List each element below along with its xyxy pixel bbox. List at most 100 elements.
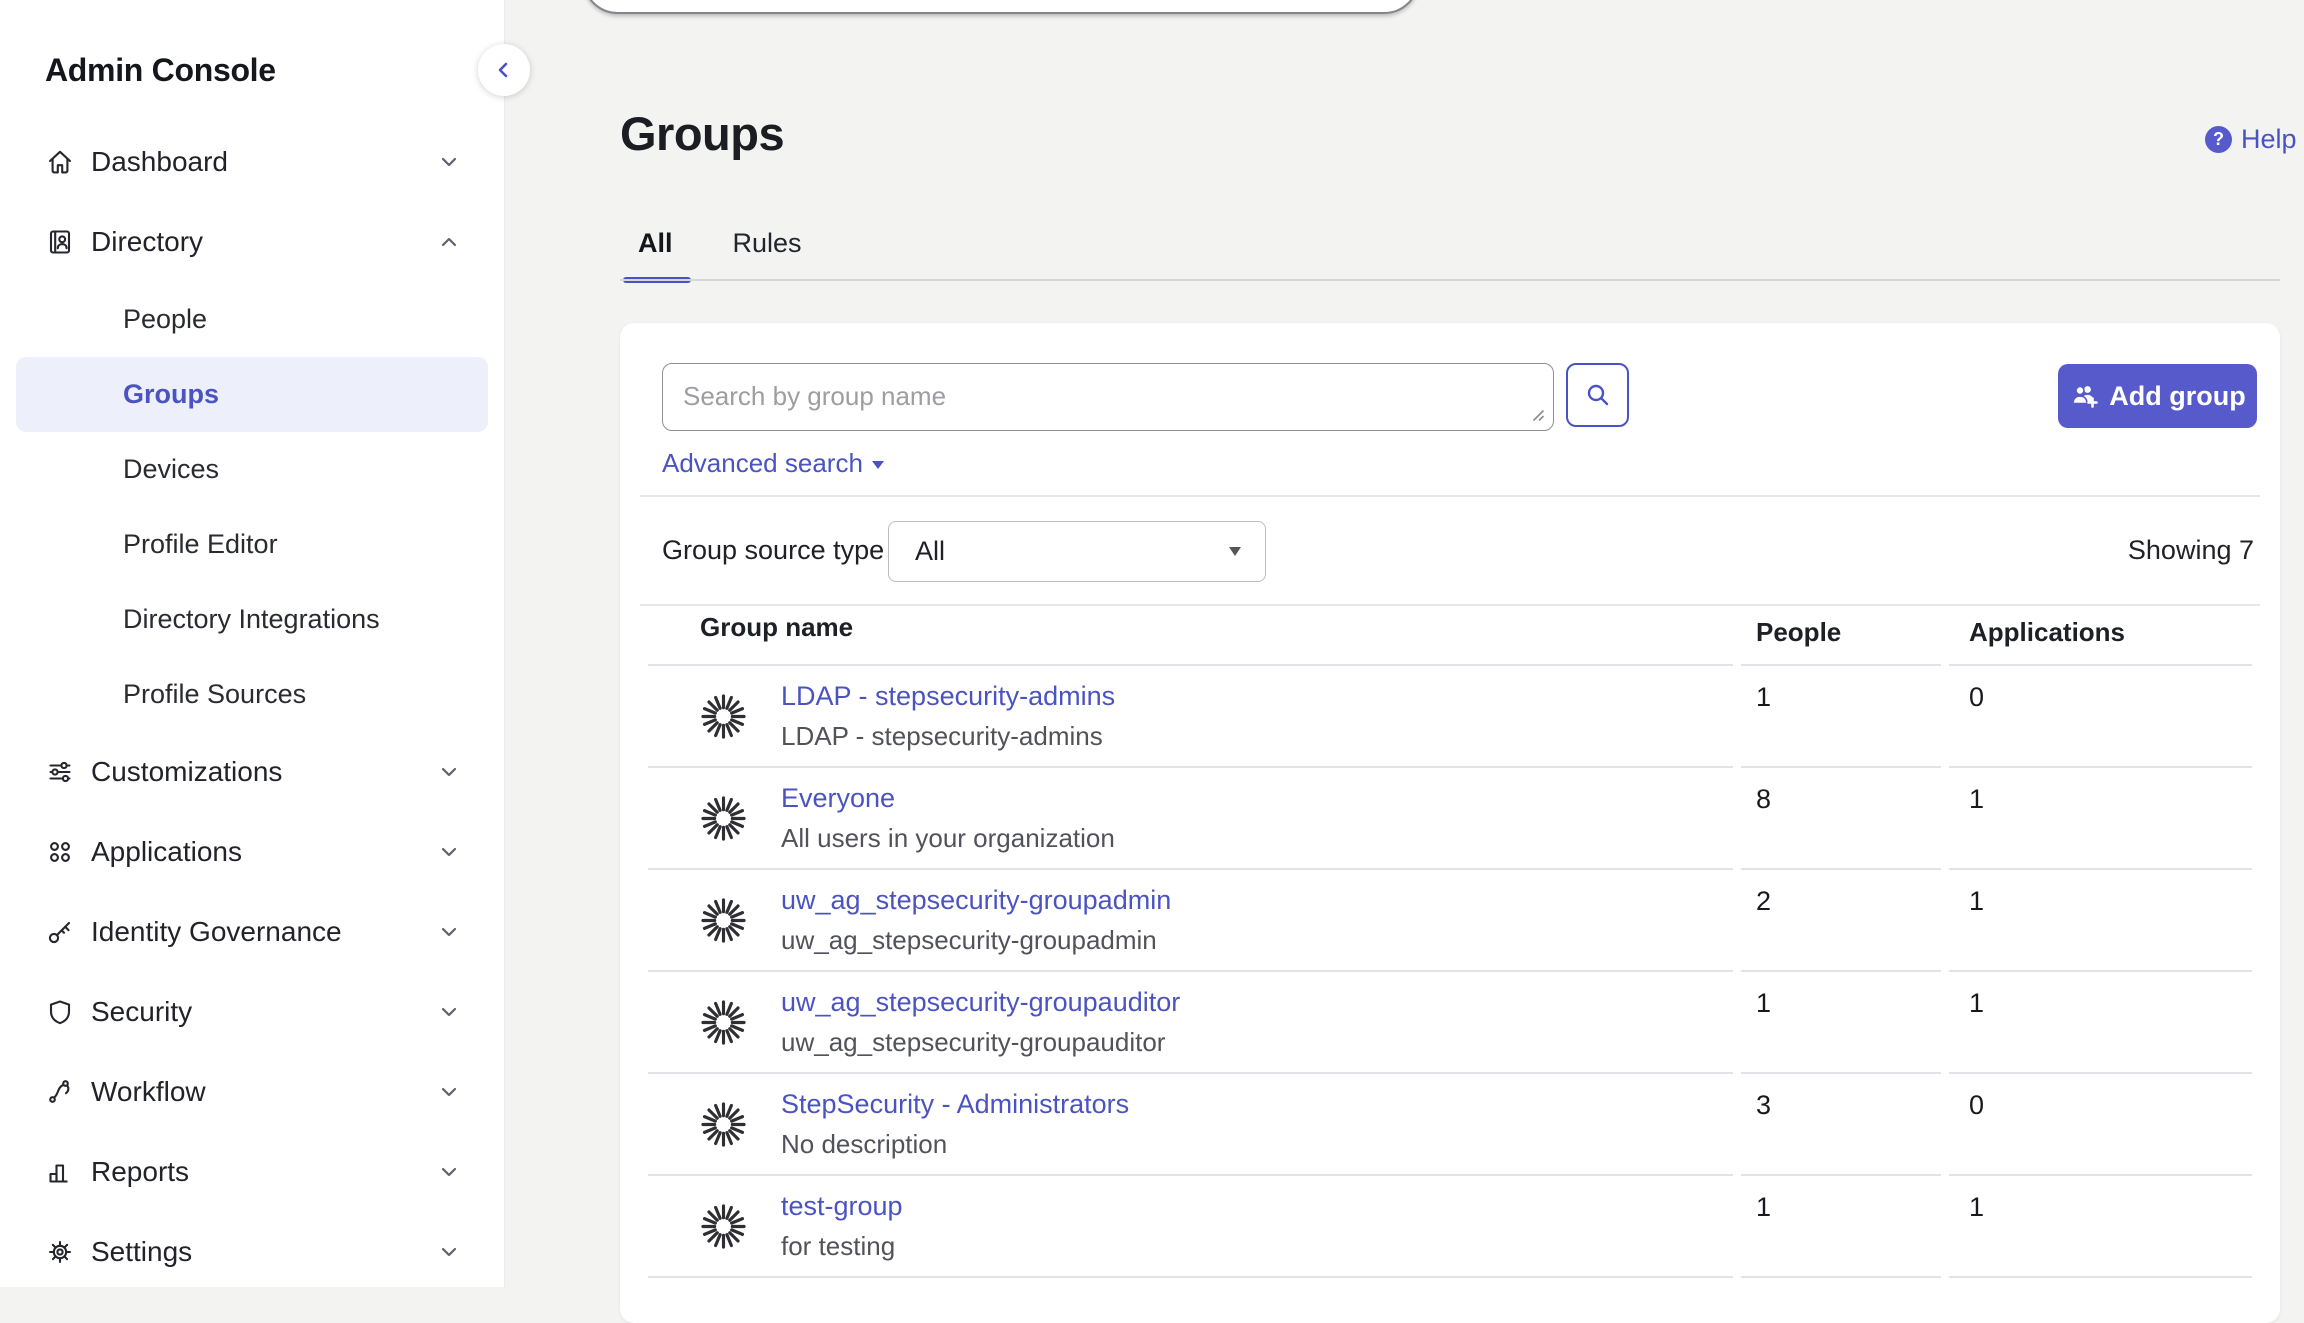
sidebar-item-settings[interactable]: Settings	[0, 1212, 504, 1292]
people-count: 8	[1741, 768, 1941, 870]
group-starburst-icon	[700, 795, 747, 842]
search-icon	[1584, 381, 1612, 409]
sidebar-item-customizations[interactable]: Customizations	[0, 732, 504, 812]
add-group-label: Add group	[2109, 381, 2245, 412]
home-icon	[45, 147, 75, 177]
tab-bar: All Rules	[638, 228, 802, 259]
advanced-search-link[interactable]: Advanced search	[662, 445, 884, 481]
group-starburst-icon	[700, 999, 747, 1046]
bar-chart-icon	[45, 1157, 75, 1187]
global-search-input[interactable]	[582, 0, 1420, 14]
help-icon: ?	[2205, 126, 2232, 153]
sidebar-item-workflow[interactable]: Workflow	[0, 1052, 504, 1132]
sidebar-item-groups[interactable]: Groups	[16, 357, 488, 432]
sidebar-item-profile-sources[interactable]: Profile Sources	[0, 657, 504, 732]
chevron-down-icon	[438, 1081, 460, 1103]
applications-count: 0	[1949, 1074, 2252, 1176]
people-count: 1	[1741, 972, 1941, 1074]
sidebar-item-devices[interactable]: Devices	[0, 432, 504, 507]
groups-card: Add group Advanced search Group source t…	[620, 323, 2280, 1323]
applications-count: 1	[1949, 1176, 2252, 1278]
tab-rules[interactable]: Rules	[733, 228, 802, 259]
sidebar: Admin Console Dashboard Directory People	[0, 0, 505, 1287]
groups-table: Group name People Applications LDAP - st…	[644, 606, 2256, 1278]
main-content: Groups ? Help All Rules Add group Advanc…	[505, 0, 2304, 1287]
group-description: uw_ag_stepsecurity-groupadmin	[781, 925, 1171, 955]
group-name-link[interactable]: test-group	[781, 1191, 903, 1221]
chevron-down-icon	[438, 841, 460, 863]
chevron-down-icon	[438, 1241, 460, 1263]
sidebar-collapse-button[interactable]	[478, 44, 530, 96]
help-link[interactable]: ? Help	[2205, 124, 2297, 154]
column-header-group-name[interactable]: Group name	[648, 606, 1733, 666]
group-source-type-select[interactable]: All	[888, 521, 1266, 582]
tab-baseline	[620, 279, 2280, 281]
caret-down-icon	[1229, 547, 1241, 556]
search-button[interactable]	[1566, 363, 1629, 427]
table-row: uw_ag_stepsecurity-groupauditor uw_ag_st…	[644, 972, 2256, 1074]
divider	[640, 495, 2260, 497]
group-description: All users in your organization	[781, 823, 1115, 853]
people-count: 2	[1741, 870, 1941, 972]
apps-grid-icon	[45, 837, 75, 867]
group-description: uw_ag_stepsecurity-groupauditor	[781, 1027, 1180, 1057]
group-name-link[interactable]: uw_ag_stepsecurity-groupauditor	[781, 987, 1180, 1017]
column-header-applications[interactable]: Applications	[1949, 606, 2252, 666]
shield-icon	[45, 997, 75, 1027]
table-row: test-group for testing 1 1	[644, 1176, 2256, 1278]
people-count: 1	[1741, 1176, 1941, 1278]
group-name-link[interactable]: LDAP - stepsecurity-admins	[781, 681, 1115, 711]
table-row: uw_ag_stepsecurity-groupadmin uw_ag_step…	[644, 870, 2256, 972]
table-row: StepSecurity - Administrators No descrip…	[644, 1074, 2256, 1176]
directory-card-icon	[45, 227, 75, 257]
people-count: 1	[1741, 666, 1941, 768]
applications-count: 1	[1949, 768, 2252, 870]
group-name-link[interactable]: Everyone	[781, 783, 1115, 813]
group-description: for testing	[781, 1231, 903, 1261]
key-icon	[45, 917, 75, 947]
group-name-link[interactable]: StepSecurity - Administrators	[781, 1089, 1129, 1119]
group-description: LDAP - stepsecurity-admins	[781, 721, 1115, 751]
applications-count: 1	[1949, 972, 2252, 1074]
sidebar-item-applications[interactable]: Applications	[0, 812, 504, 892]
showing-count: Showing 7	[2128, 528, 2254, 572]
add-group-icon	[2069, 381, 2099, 411]
group-source-type-label: Group source type	[662, 528, 884, 572]
caret-down-icon	[872, 461, 884, 469]
tab-all[interactable]: All	[638, 228, 673, 259]
group-name-link[interactable]: uw_ag_stepsecurity-groupadmin	[781, 885, 1171, 915]
group-description: No description	[781, 1129, 1129, 1159]
chevron-down-icon	[438, 151, 460, 173]
sidebar-item-reports[interactable]: Reports	[0, 1132, 504, 1212]
sidebar-item-people[interactable]: People	[0, 282, 504, 357]
group-search-input[interactable]	[662, 363, 1554, 431]
group-starburst-icon	[700, 693, 747, 740]
sidebar-item-directory-integrations[interactable]: Directory Integrations	[0, 582, 504, 657]
sliders-icon	[45, 757, 75, 787]
group-starburst-icon	[700, 1203, 747, 1250]
chevron-down-icon	[438, 1001, 460, 1023]
chevron-up-icon	[438, 231, 460, 253]
applications-count: 1	[1949, 870, 2252, 972]
sidebar-item-dashboard[interactable]: Dashboard	[0, 122, 504, 202]
page-title: Groups	[620, 106, 784, 161]
column-header-people[interactable]: People	[1741, 606, 1941, 666]
sidebar-item-identity-governance[interactable]: Identity Governance	[0, 892, 504, 972]
sidebar-item-directory[interactable]: Directory	[0, 202, 504, 282]
group-starburst-icon	[700, 897, 747, 944]
gear-icon	[45, 1237, 75, 1267]
table-header-row: Group name People Applications	[644, 606, 2256, 666]
chevron-down-icon	[438, 1161, 460, 1183]
sidebar-item-security[interactable]: Security	[0, 972, 504, 1052]
chevron-left-icon	[491, 57, 517, 83]
sidebar-nav: Dashboard Directory People Groups Device…	[0, 122, 504, 1292]
chevron-down-icon	[438, 761, 460, 783]
add-group-button[interactable]: Add group	[2058, 364, 2257, 428]
workflow-icon	[45, 1077, 75, 1107]
help-label: Help	[2241, 124, 2297, 155]
applications-count: 0	[1949, 666, 2252, 768]
table-row: LDAP - stepsecurity-admins LDAP - stepse…	[644, 666, 2256, 768]
chevron-down-icon	[438, 921, 460, 943]
group-starburst-icon	[700, 1101, 747, 1148]
sidebar-item-profile-editor[interactable]: Profile Editor	[0, 507, 504, 582]
